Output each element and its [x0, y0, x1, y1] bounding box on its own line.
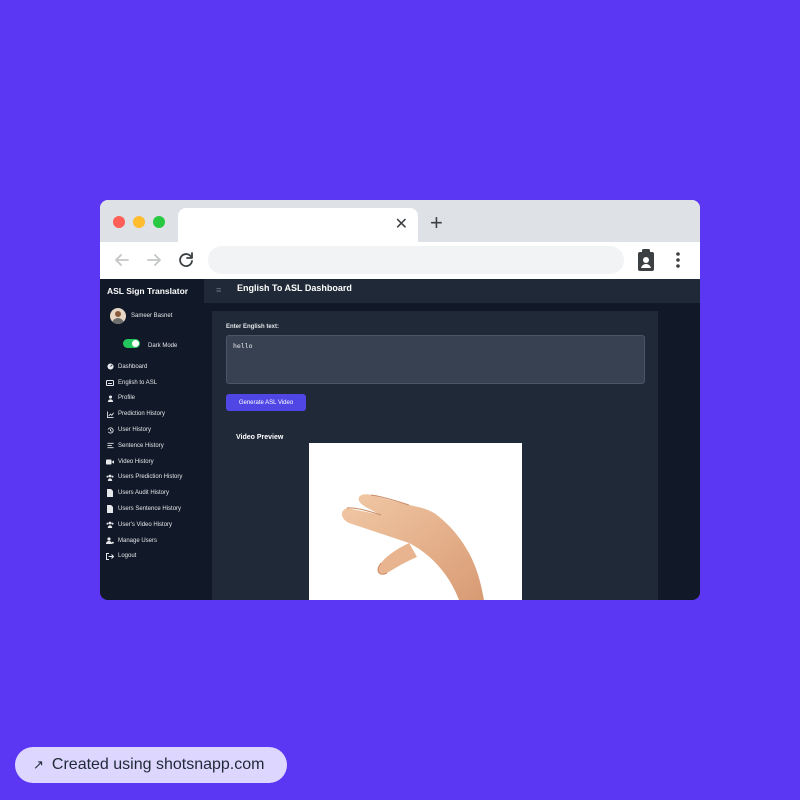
- logout-icon: [106, 552, 114, 560]
- page-title: English To ASL Dashboard: [237, 283, 352, 293]
- avatar: [110, 308, 126, 324]
- video-icon: [106, 458, 114, 466]
- sidebar-item-user-history[interactable]: User History: [106, 422, 204, 438]
- arrow-up-right-icon: ↗: [33, 757, 44, 772]
- file-icon: [106, 489, 114, 498]
- users-icon: [106, 473, 114, 481]
- hamburger-menu-icon[interactable]: ≡: [216, 285, 221, 295]
- user-icon: [106, 394, 114, 402]
- app-brand: ASL Sign Translator: [107, 286, 189, 296]
- app-container: ASL Sign Translator Sameer Basnet Dark M…: [100, 279, 700, 600]
- sidebar-item-label: Video History: [118, 458, 154, 465]
- sidebar-item-label: Sentence History: [118, 442, 164, 449]
- reload-icon[interactable]: [175, 249, 197, 271]
- video-preview[interactable]: [309, 443, 522, 600]
- file-icon: [106, 505, 114, 514]
- sidebar-item-users-video-history[interactable]: User's Video History: [106, 517, 204, 533]
- more-vertical-icon[interactable]: [670, 250, 686, 270]
- sidebar-item-label: Users Prediction History: [118, 474, 183, 481]
- main-content: Enter English text: hello Generate ASL V…: [204, 303, 700, 600]
- sidebar-item-label: Users Sentence History: [118, 506, 182, 513]
- chart-line-icon: [106, 410, 114, 418]
- english-text-label: Enter English text:: [226, 324, 280, 330]
- list-icon: [106, 442, 114, 450]
- sidebar-item-sentence-history[interactable]: Sentence History: [106, 438, 204, 454]
- sidebar-item-profile[interactable]: Profile: [106, 391, 204, 407]
- browser-tab[interactable]: ✕: [178, 208, 418, 242]
- sidebar: ASL Sign Translator Sameer Basnet Dark M…: [100, 279, 204, 600]
- sidebar-item-label: Manage Users: [118, 537, 158, 544]
- sidebar-item-users-sentence-history[interactable]: Users Sentence History: [106, 501, 204, 517]
- minimize-window-button[interactable]: [133, 216, 145, 228]
- address-bar[interactable]: [208, 246, 624, 274]
- watermark-text: Created using shotsnapp.com: [51, 756, 265, 773]
- browser-window: ✕ + ASL Sign Translator Sameer Basnet Da…: [100, 200, 700, 600]
- dark-mode-label: Dark Mode: [148, 343, 178, 349]
- close-window-button[interactable]: [113, 216, 125, 228]
- user-name: Sameer Basnet: [131, 313, 173, 319]
- clipboard-user-icon[interactable]: [635, 248, 657, 272]
- shotsnapp-watermark[interactable]: ↗ Created using shotsnapp.com: [15, 747, 287, 783]
- top-bar: ≡ English To ASL Dashboard: [204, 279, 700, 303]
- maximize-window-button[interactable]: [153, 216, 165, 228]
- sidebar-item-english-to-asl[interactable]: English to ASL: [106, 375, 204, 391]
- forward-arrow-icon[interactable]: [143, 249, 165, 271]
- sidebar-item-prediction-history[interactable]: Prediction History: [106, 406, 204, 422]
- dark-mode-toggle[interactable]: [123, 338, 140, 348]
- sidebar-item-label: English to ASL: [118, 379, 158, 386]
- history-icon: [106, 426, 114, 434]
- sidebar-item-users-audit-history[interactable]: Users Audit History: [106, 485, 204, 501]
- sidebar-item-label: User History: [118, 427, 152, 434]
- user-cog-icon: [106, 537, 114, 545]
- translator-card: Enter English text: hello Generate ASL V…: [212, 311, 658, 600]
- sidebar-item-users-prediction-history[interactable]: Users Prediction History: [106, 470, 204, 486]
- sidebar-item-label: Logout: [118, 553, 137, 560]
- english-text-input[interactable]: hello: [226, 335, 645, 384]
- sidebar-item-label: User's Video History: [118, 521, 173, 528]
- sidebar-item-video-history[interactable]: Video History: [106, 454, 204, 470]
- close-tab-icon[interactable]: ✕: [395, 216, 408, 234]
- generate-asl-video-button[interactable]: Generate ASL Video: [226, 394, 306, 411]
- browser-toolbar: [100, 242, 700, 279]
- video-preview-label: Video Preview: [236, 434, 284, 441]
- keyboard-icon: [106, 379, 114, 387]
- sidebar-item-label: Profile: [118, 395, 136, 402]
- user-profile[interactable]: Sameer Basnet: [110, 308, 172, 324]
- sidebar-item-logout[interactable]: Logout: [106, 549, 204, 565]
- sidebar-item-dashboard[interactable]: Dashboard: [106, 359, 204, 375]
- hand-sign-image: [341, 494, 484, 600]
- tab-bar: ✕ +: [100, 200, 700, 242]
- sidebar-menu: Dashboard English to ASL Profile Predict…: [106, 359, 204, 564]
- back-arrow-icon[interactable]: [111, 249, 133, 271]
- sidebar-item-label: Prediction History: [118, 411, 166, 418]
- dashboard-icon: [106, 363, 114, 371]
- sidebar-item-label: Dashboard: [118, 363, 148, 370]
- dark-mode-row: Dark Mode: [123, 337, 177, 349]
- sidebar-item-manage-users[interactable]: Manage Users: [106, 533, 204, 549]
- new-tab-icon[interactable]: +: [430, 212, 443, 234]
- sidebar-item-label: Users Audit History: [118, 490, 170, 497]
- users-icon: [106, 521, 114, 529]
